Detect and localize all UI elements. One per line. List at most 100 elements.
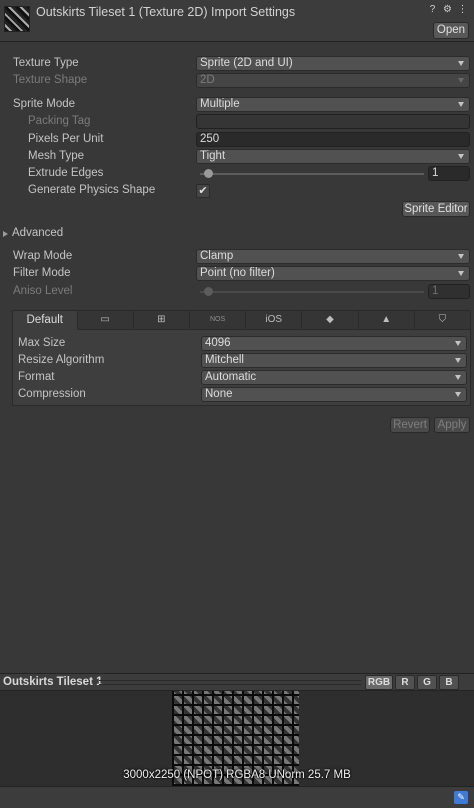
compression-row: Compression None [13,387,470,404]
texture-info-text: 3000x2250 (NPOT) RGBA8 UNorm 25.7 MB [123,769,351,781]
max-size-dropdown[interactable]: 4096 [201,336,467,351]
generate-physics-checkbox[interactable]: ✔ [196,184,210,198]
wrap-mode-label: Wrap Mode [13,250,73,262]
sprite-mode-label: Sprite Mode [13,98,76,110]
preview-resize-grip[interactable] [99,680,361,685]
resize-algorithm-value: Mitchell [205,354,244,366]
generate-physics-row: Generate Physics Shape ✔ [0,183,474,200]
asset-labels-bar: ✎ [0,786,474,808]
mesh-type-label: Mesh Type [28,150,85,162]
sprite-mode-row: Sprite Mode Multiple [0,97,474,114]
texture-shape-label: Texture Shape [13,74,88,86]
platform-settings-panel: Default ▭ ⊞ NOS iOS ◆ ▲ ⛉ Max Size 4096 … [12,310,471,406]
wrap-mode-value: Clamp [200,250,234,262]
texture-type-label: Texture Type [13,57,79,69]
filter-mode-row: Filter Mode Point (no filter) [0,266,474,283]
texture-thumbnail-icon [4,6,30,32]
foldout-arrow-icon [3,231,8,237]
packing-tag-input [196,114,470,129]
texture-shape-row: Texture Shape 2D [0,73,474,90]
texture-type-value: Sprite (2D and UI) [200,57,293,69]
chevron-down-icon [458,78,464,83]
format-value: Automatic [205,371,257,383]
chevron-down-icon [458,271,464,276]
pixels-per-unit-input[interactable]: 250 [196,132,470,147]
help-icon[interactable]: ? [427,4,438,15]
extrude-edges-row: Extrude Edges 1 [0,166,474,183]
texture-preview-area[interactable]: 3000x2250 (NPOT) RGBA8 UNorm 25.7 MB [0,691,474,786]
inspector-header: Outskirts Tileset 1 (Texture 2D) Import … [0,0,474,42]
channel-b-button[interactable]: B [439,675,459,690]
channel-rgb-button[interactable]: RGB [365,675,393,690]
sprite-mode-dropdown[interactable]: Multiple [196,97,470,112]
mesh-type-row: Mesh Type Tight [0,149,474,166]
max-size-value: 4096 [205,337,231,349]
format-label: Format [18,371,55,383]
android-icon[interactable]: ▲ [359,311,415,330]
platform-tabbar: Default ▭ ⊞ NOS iOS ◆ ▲ ⛉ [13,311,470,330]
open-button[interactable]: Open [433,22,469,39]
wrap-mode-row: Wrap Mode Clamp [0,249,474,266]
texture-type-dropdown[interactable]: Sprite (2D and UI) [196,56,470,71]
tab-ios[interactable]: iOS [246,311,303,330]
texture-shape-value: 2D [200,74,215,86]
pixels-per-unit-label: Pixels Per Unit [28,133,104,145]
xr-headset-icon[interactable]: ◆ [302,311,359,330]
chevron-down-icon [458,61,464,66]
aniso-level-input: 1 [428,284,470,299]
chevron-down-icon [458,154,464,159]
filter-mode-value: Point (no filter) [200,267,275,279]
aniso-level-label: Aniso Level [13,285,73,297]
header-title: Outskirts Tileset 1 (Texture 2D) Import … [36,5,296,19]
texture-type-row: Texture Type Sprite (2D and UI) [0,56,474,73]
format-row: Format Automatic [13,370,470,387]
chevron-down-icon [458,102,464,107]
resize-algorithm-row: Resize Algorithm Mitchell [13,353,470,370]
sprite-editor-button[interactable]: Sprite Editor [402,201,470,217]
max-size-row: Max Size 4096 [13,336,470,353]
extrude-edges-slider-handle[interactable] [204,169,213,178]
extrude-edges-slider-track[interactable] [200,173,424,175]
packing-tag-label: Packing Tag [28,115,91,127]
texture-shape-dropdown: 2D [196,73,470,88]
generate-physics-label: Generate Physics Shape [28,184,156,196]
revert-button[interactable]: Revert [390,417,430,433]
resize-algorithm-label: Resize Algorithm [18,354,105,366]
channel-r-button[interactable]: R [395,675,415,690]
compression-value: None [205,388,233,400]
advanced-label: Advanced [12,227,64,239]
chevron-down-icon [458,254,464,259]
advanced-foldout[interactable]: Advanced [3,227,63,239]
channel-g-button[interactable]: G [417,675,437,690]
chevron-down-icon [455,341,461,346]
settings-icon[interactable]: ⚙ [442,4,453,15]
html5-icon[interactable]: ⛉ [415,311,470,330]
aniso-level-slider-handle [204,287,213,296]
extrude-edges-input[interactable]: 1 [428,166,470,181]
format-dropdown[interactable]: Automatic [201,370,467,385]
sprite-mode-value: Multiple [200,98,240,110]
compression-label: Compression [18,388,86,400]
compression-dropdown[interactable]: None [201,387,467,402]
monitor-icon[interactable]: ▭ [78,311,134,330]
windows-icon[interactable]: ⊞ [134,311,190,330]
filter-mode-label: Filter Mode [13,267,71,279]
more-menu-icon[interactable]: ⋮ [457,4,468,15]
tab-default[interactable]: Default [13,311,78,330]
max-size-label: Max Size [18,337,66,349]
extrude-edges-label: Extrude Edges [28,167,104,179]
pixels-per-unit-row: Pixels Per Unit 250 [0,132,474,149]
apply-button[interactable]: Apply [434,417,470,433]
resize-algorithm-dropdown[interactable]: Mitchell [201,353,467,368]
packing-tag-row: Packing Tag [0,114,474,131]
mesh-type-value: Tight [200,150,226,162]
chevron-down-icon [455,375,461,380]
mesh-type-dropdown[interactable]: Tight [196,149,470,164]
wrap-mode-dropdown[interactable]: Clamp [196,249,470,264]
asset-label-icon[interactable]: ✎ [454,791,468,804]
chevron-down-icon [455,392,461,397]
tab-nos[interactable]: NOS [190,311,247,330]
chevron-down-icon [455,358,461,363]
aniso-level-row: Aniso Level 1 [0,284,474,301]
filter-mode-dropdown[interactable]: Point (no filter) [196,266,470,281]
